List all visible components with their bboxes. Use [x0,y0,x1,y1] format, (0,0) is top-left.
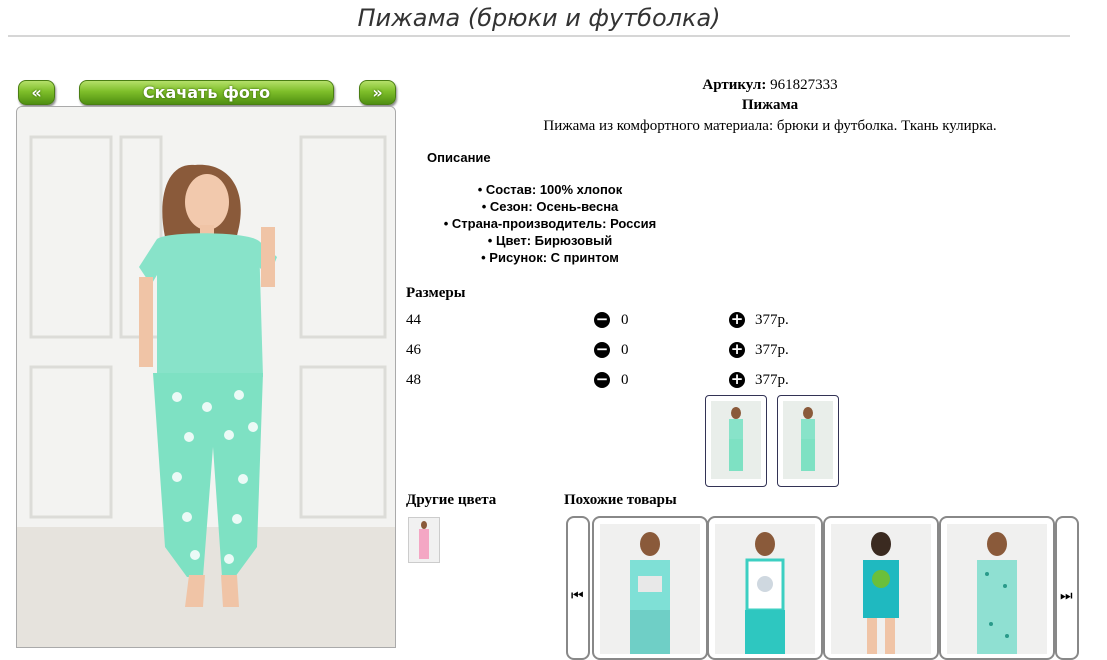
product-card-illustration [630,532,670,654]
article-label: Артикул: [702,77,767,93]
description-list: Состав: 100% хлопок Сезон: Осень-весна С… [405,181,695,266]
article-line: Артикул: 961827333 [400,77,1107,94]
product-name: Пижама [741,97,799,113]
description-item: Цвет: Бирюзовый [405,232,695,249]
product-summary: Пижама из комфортного материала: брюки и… [543,118,997,134]
price-value: 377р. [755,342,789,358]
description-item: Сезон: Осень-весна [405,198,695,215]
description-item: Страна-производитель: Россия [405,215,695,232]
carousel-prev-button[interactable]: ⏮ [566,516,590,660]
description-item: Состав: 100% хлопок [405,181,695,198]
title-divider [8,35,1070,37]
next-photo-button[interactable]: » [359,80,396,105]
photo-thumbnail-back[interactable] [777,395,839,487]
similar-product-card[interactable] [707,516,823,660]
product-card-illustration [863,532,899,654]
thumbnail-illustration [729,407,743,471]
qty-value: 0 [621,312,629,328]
page-title: Пижама (брюки и футболка) [357,4,721,32]
size-value: 48 [406,372,421,388]
article-value: 961827333 [770,77,838,93]
similar-product-card[interactable] [592,516,708,660]
decrease-qty-icon[interactable]: − [594,372,610,388]
skip-forward-icon: ⏭ [1060,588,1073,604]
similar-products-heading: Похожие товары [564,492,677,508]
qty-value: 0 [621,342,629,358]
description-heading: Описание [427,150,491,165]
increase-qty-icon[interactable]: + [729,372,745,388]
qty-value: 0 [621,372,629,388]
product-card-illustration [745,532,785,654]
similar-product-card[interactable] [939,516,1055,660]
size-row: 44 − 0 + 377р. [406,310,806,332]
sizes-heading: Размеры [406,285,466,301]
increase-qty-icon[interactable]: + [729,312,745,328]
photo-thumbnail-front[interactable] [705,395,767,487]
decrease-qty-icon[interactable]: − [594,342,610,358]
skip-back-icon: ⏮ [571,588,584,604]
product-photo-illustration [17,107,395,647]
price-value: 377р. [755,312,789,328]
size-row: 48 − 0 + 377р. [406,370,806,392]
increase-qty-icon[interactable]: + [729,342,745,358]
decrease-qty-icon[interactable]: − [594,312,610,328]
download-photo-button[interactable]: Скачать фото [79,80,334,105]
other-color-pink-swatch[interactable] [408,517,440,563]
size-row: 46 − 0 + 377р. [406,340,806,362]
carousel-next-button[interactable]: ⏭ [1055,516,1079,660]
price-value: 377р. [755,372,789,388]
thumbnail-illustration [801,407,815,471]
product-card-illustration [977,532,1017,654]
similar-product-card[interactable] [823,516,939,660]
size-value: 46 [406,342,421,358]
size-value: 44 [406,312,421,328]
main-product-photo[interactable] [16,106,396,648]
other-colors-heading: Другие цвета [406,492,497,508]
prev-photo-button[interactable]: « [18,80,55,105]
description-item: Рисунок: С принтом [405,249,695,266]
pink-pajama-thumbnail [419,521,429,559]
